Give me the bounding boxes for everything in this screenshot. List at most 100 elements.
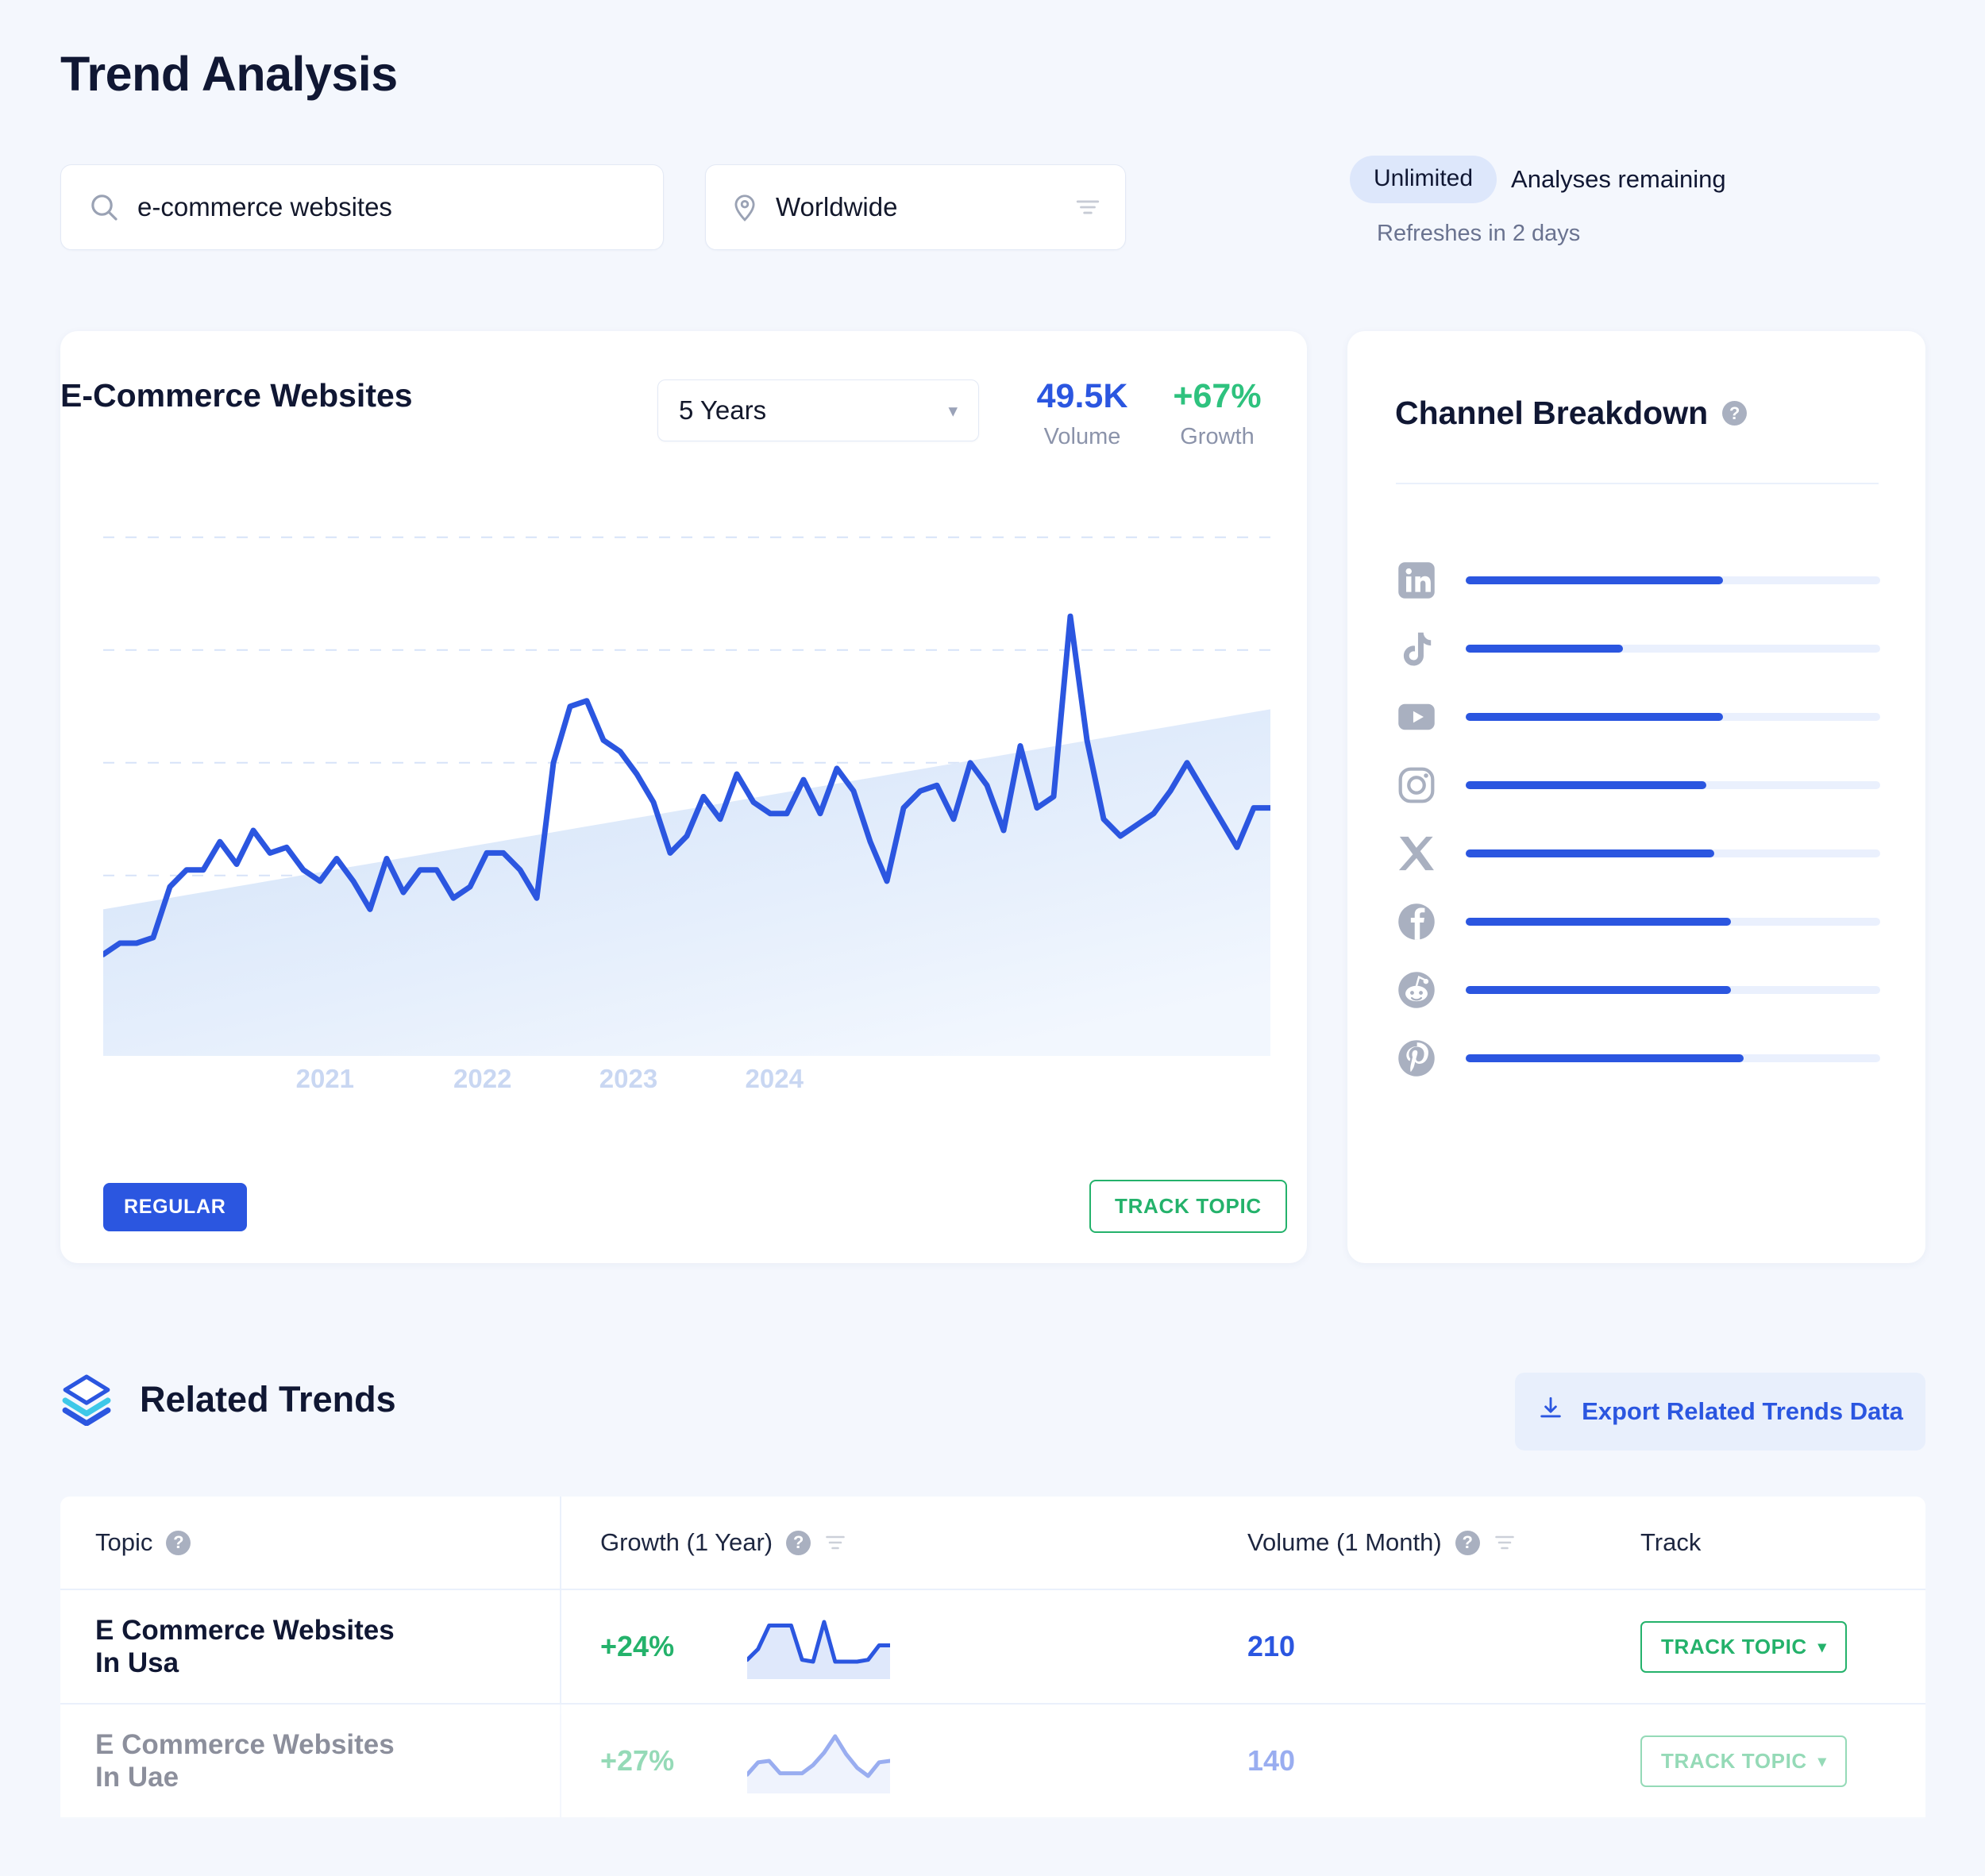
cell-volume: 140 xyxy=(1195,1744,1608,1778)
channel-bar-track xyxy=(1466,849,1880,857)
channel-bar-track xyxy=(1466,645,1880,653)
channel-bar-track xyxy=(1466,986,1880,994)
table-row[interactable]: E Commerce Websites In Usa +24% 210 TRACK TO… xyxy=(60,1590,1925,1705)
x-axis-label: 2022 xyxy=(453,1064,512,1093)
chevron-down-icon: ▾ xyxy=(1817,1752,1827,1770)
channel-row-facebook xyxy=(1396,888,1880,956)
channel-row-tiktok xyxy=(1396,614,1880,683)
channel-breakdown-title: Channel Breakdown ? xyxy=(1395,395,1748,432)
x-twitter-icon xyxy=(1396,833,1437,874)
cell-topic: E Commerce Websites In Usa xyxy=(60,1614,560,1680)
cell-track: TRACK TOPIC ▾ xyxy=(1608,1735,1925,1787)
location-value: Worldwide xyxy=(776,192,898,221)
search-controls: Worldwide xyxy=(60,164,1126,250)
channel-list xyxy=(1396,546,1880,1092)
topic-line-1: E Commerce Websites xyxy=(95,1728,395,1760)
channel-bar-fill xyxy=(1466,849,1715,857)
channel-row-pinterest xyxy=(1396,1024,1880,1092)
volume-value: 140 xyxy=(1247,1744,1296,1777)
column-label-track: Track xyxy=(1640,1528,1702,1556)
topic-name: E Commerce Websites In Usa xyxy=(95,1614,395,1680)
sparkline xyxy=(747,1620,890,1679)
table-row[interactable]: E Commerce Websites In Uae +27% 140 TRACK TO… xyxy=(60,1705,1925,1819)
volume-label: Volume xyxy=(1043,424,1121,449)
chart-topic-title: E-Commerce Websites xyxy=(60,377,413,414)
cell-topic: E Commerce Websites In Uae xyxy=(60,1728,560,1794)
track-topic-button[interactable]: TRACK TOPIC xyxy=(1089,1180,1287,1233)
column-label-topic: Topic xyxy=(95,1528,153,1556)
trend-area-fill xyxy=(103,709,1270,1056)
topic-line-2: In Uae xyxy=(95,1762,179,1793)
page-title: Trend Analysis xyxy=(60,47,398,101)
track-topic-row-button[interactable]: TRACK TOPIC ▾ xyxy=(1640,1620,1848,1673)
x-axis-label: 2024 xyxy=(745,1064,804,1093)
column-header-topic: Topic ? xyxy=(60,1528,560,1557)
column-header-track: Track xyxy=(1608,1528,1925,1557)
search-box[interactable] xyxy=(60,164,664,250)
download-icon xyxy=(1537,1395,1564,1428)
channel-bar-track xyxy=(1466,1054,1880,1062)
channel-row-youtube xyxy=(1396,683,1880,751)
reddit-icon xyxy=(1396,969,1437,1011)
column-header-growth: Growth (1 Year) ? xyxy=(560,1497,1195,1589)
channel-bar-track xyxy=(1466,781,1880,789)
chevron-down-icon: ▾ xyxy=(948,399,958,421)
period-select[interactable]: 5 Years ▾ xyxy=(657,379,979,441)
channel-bar-fill xyxy=(1466,576,1723,584)
volume-stat: 49.5K Volume xyxy=(1031,377,1134,450)
channel-bar-track xyxy=(1466,576,1880,584)
channel-bar-fill xyxy=(1466,713,1723,721)
help-icon[interactable]: ? xyxy=(1722,401,1748,426)
regular-badge-button[interactable]: REGULAR xyxy=(103,1183,247,1231)
filter-icon[interactable] xyxy=(1074,194,1101,221)
quota-label: Analyses remaining xyxy=(1511,165,1726,193)
channel-bar-fill xyxy=(1466,645,1624,653)
cell-track: TRACK TOPIC ▾ xyxy=(1608,1620,1925,1673)
column-label-growth: Growth (1 Year) xyxy=(600,1528,773,1556)
volume-value: 210 xyxy=(1247,1630,1296,1662)
cell-growth: +27% xyxy=(560,1705,1195,1817)
channel-row-linkedin xyxy=(1396,546,1880,614)
location-select[interactable]: Worldwide xyxy=(705,164,1126,250)
growth-stat: +67% Growth xyxy=(1158,377,1277,450)
trend-line-chart xyxy=(103,492,1270,1056)
channel-breakdown-label: Channel Breakdown xyxy=(1395,395,1709,431)
topic-line-1: E Commerce Websites xyxy=(95,1614,395,1646)
channel-row-x xyxy=(1396,819,1880,888)
track-topic-row-button[interactable]: TRACK TOPIC ▾ xyxy=(1640,1735,1848,1787)
sort-filter-icon[interactable] xyxy=(1494,1531,1516,1554)
channel-bar-track xyxy=(1466,918,1880,926)
facebook-icon xyxy=(1396,901,1437,942)
cell-growth: +24% xyxy=(560,1590,1195,1703)
growth-value: +27% xyxy=(600,1744,675,1777)
channel-bar-fill xyxy=(1466,1054,1744,1062)
channel-bar-fill xyxy=(1466,986,1732,994)
related-trends-title: Related Trends xyxy=(140,1379,396,1420)
sparkline-area xyxy=(747,1736,890,1793)
search-icon xyxy=(88,191,120,223)
help-icon[interactable]: ? xyxy=(786,1530,811,1555)
related-trends-table: Topic ? Growth (1 Year) ? Volume (1 Mont… xyxy=(60,1497,1925,1819)
quota-badge: Unlimited xyxy=(1350,156,1497,203)
help-icon[interactable]: ? xyxy=(166,1530,191,1555)
related-trends-header: Related Trends xyxy=(60,1373,396,1427)
search-input[interactable] xyxy=(137,192,636,222)
sparkline xyxy=(747,1734,890,1793)
quota-row: Unlimited Analyses remaining xyxy=(1350,156,1726,203)
x-axis-label: 2023 xyxy=(599,1064,658,1093)
divider xyxy=(1396,483,1879,484)
sort-filter-icon[interactable] xyxy=(824,1531,846,1554)
export-button-label: Export Related Trends Data xyxy=(1582,1397,1903,1425)
volume-value: 49.5K xyxy=(1036,377,1128,415)
youtube-icon xyxy=(1396,696,1437,738)
tiktok-icon xyxy=(1396,628,1437,669)
track-topic-row-label: TRACK TOPIC xyxy=(1661,1634,1807,1658)
period-value: 5 Years xyxy=(679,395,767,425)
column-header-volume: Volume (1 Month) ? xyxy=(1195,1528,1608,1557)
growth-value: +67% xyxy=(1173,377,1262,415)
quota-refresh-text: Refreshes in 2 days xyxy=(1377,221,1581,246)
help-icon[interactable]: ? xyxy=(1455,1530,1480,1555)
table-header-row: Topic ? Growth (1 Year) ? Volume (1 Mont… xyxy=(60,1497,1925,1590)
channel-bar-track xyxy=(1466,713,1880,721)
export-related-trends-button[interactable]: Export Related Trends Data xyxy=(1515,1373,1925,1450)
